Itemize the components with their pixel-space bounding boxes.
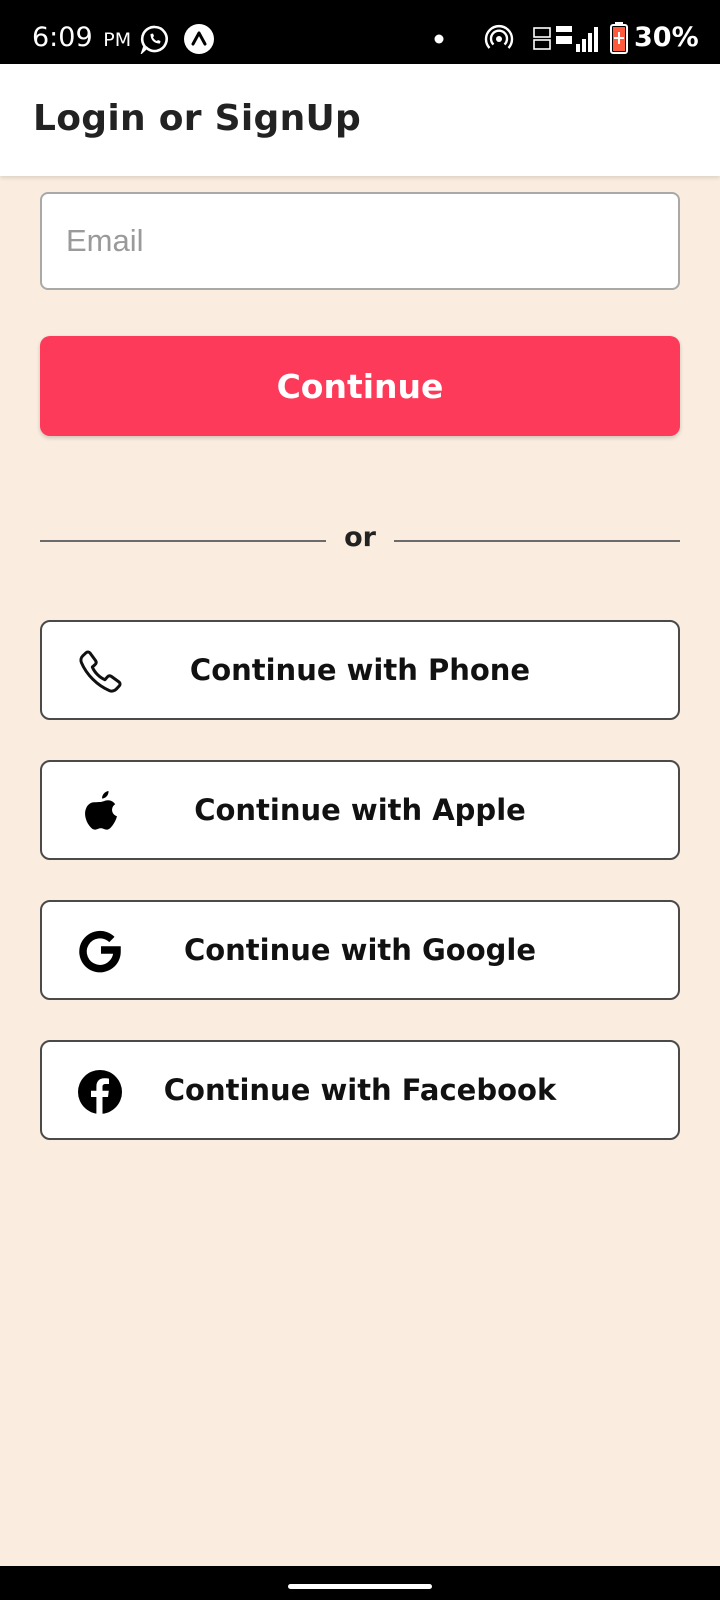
divider-or-text: or — [344, 522, 376, 553]
continue-button[interactable]: Continue — [40, 336, 680, 436]
email-input[interactable] — [42, 194, 678, 288]
battery-icon — [610, 22, 628, 54]
clock-time: 6:09 — [32, 22, 93, 53]
continue-with-facebook-button[interactable]: Continue with Facebook — [40, 1040, 680, 1140]
phone-icon — [79, 650, 122, 693]
continue-with-phone-label: Continue with Phone — [189, 653, 531, 687]
continue-button-label: Continue — [276, 366, 444, 406]
status-time: 6:09 PM — [32, 22, 131, 53]
app-notification-icon — [184, 24, 214, 54]
facebook-icon — [78, 1070, 122, 1114]
divider-line-right — [394, 540, 680, 542]
clock-ampm: PM — [103, 29, 132, 51]
volte-icon — [533, 27, 551, 50]
continue-with-google-button[interactable]: Continue with Google — [40, 900, 680, 1000]
lte-signal-icon — [556, 26, 598, 52]
continue-with-apple-button[interactable]: Continue with Apple — [40, 760, 680, 860]
status-bar: 6:09 PM 30% — [0, 0, 720, 64]
email-field[interactable] — [40, 192, 680, 290]
divider-line-left — [40, 540, 326, 542]
continue-with-apple-label: Continue with Apple — [194, 793, 526, 827]
home-indicator[interactable] — [288, 1584, 432, 1589]
continue-with-facebook-label: Continue with Facebook — [163, 1073, 557, 1107]
continue-with-phone-button[interactable]: Continue with Phone — [40, 620, 680, 720]
whatsapp-icon — [140, 25, 168, 54]
dot-icon — [434, 34, 444, 44]
navigation-bar — [0, 1566, 720, 1600]
google-icon — [79, 930, 121, 973]
app-bar: Login or SignUp — [0, 64, 720, 176]
page-title: Login or SignUp — [33, 98, 362, 139]
battery-percent: 30% — [634, 22, 699, 53]
continue-with-google-label: Continue with Google — [183, 933, 537, 967]
hotspot-icon — [484, 25, 514, 49]
apple-icon — [85, 791, 117, 830]
